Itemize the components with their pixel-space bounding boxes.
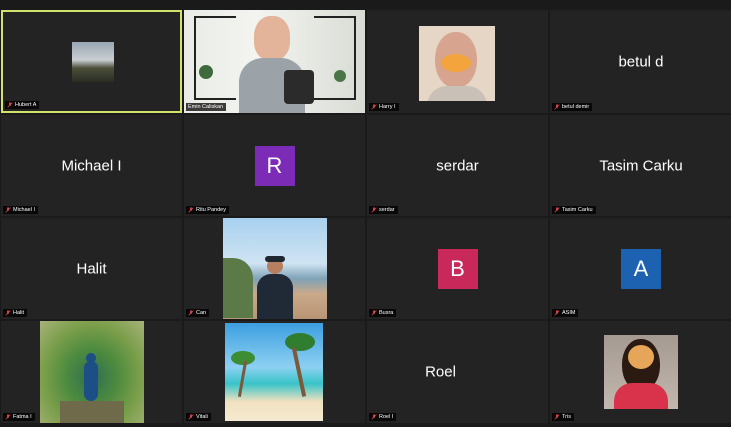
participant-tile[interactable]: Hubert A (1, 10, 182, 113)
participant-video (604, 335, 678, 409)
participant-name: ASIM (562, 310, 576, 316)
mic-muted-icon (188, 207, 194, 213)
name-tag: Vitali (186, 413, 211, 421)
mic-muted-icon (554, 207, 560, 213)
participant-video (40, 321, 144, 423)
participant-name: Emin Caliskan (188, 104, 224, 110)
name-tag: Emin Caliskan (186, 103, 227, 111)
name-tag: Busra (369, 309, 397, 317)
mic-muted-icon (5, 207, 11, 213)
mic-muted-icon (554, 104, 560, 110)
name-tag: Michael I (3, 206, 39, 214)
participant-tile[interactable]: Tris (550, 321, 731, 423)
participant-name: Tris (562, 414, 571, 420)
participant-name: Tasim Carku (562, 207, 593, 213)
participant-display-name: Roel (425, 363, 456, 381)
participant-name: Ritu Pandey (196, 207, 226, 213)
participant-tile[interactable]: Michael I Michael I (1, 115, 182, 216)
participant-tile[interactable]: Halit Halit (1, 218, 182, 319)
participant-display-name: Halit (76, 260, 107, 277)
participant-name: serdar (379, 207, 395, 213)
participant-video (223, 218, 327, 319)
participant-tile[interactable]: serdar serdar (367, 115, 548, 216)
mic-muted-icon (371, 310, 377, 316)
mic-muted-icon (188, 414, 194, 420)
participant-tile[interactable]: R Ritu Pandey (184, 115, 365, 216)
avatar: B (437, 248, 478, 289)
participant-video (419, 26, 495, 101)
participant-name: Busra (379, 310, 394, 316)
participant-tile[interactable]: Can (184, 218, 365, 319)
participant-tile[interactable]: A ASIM (550, 218, 731, 319)
mic-muted-icon (5, 310, 11, 316)
name-tag: Ritu Pandey (186, 206, 229, 214)
mic-muted-icon (188, 310, 194, 316)
participant-name: Vitali (196, 414, 208, 420)
participant-name: Can (196, 310, 207, 316)
name-tag: ASIM (552, 309, 579, 317)
participant-tile[interactable]: Vitali (184, 321, 365, 423)
name-tag: Hubert A (5, 101, 40, 109)
name-tag: Can (186, 309, 210, 317)
participant-tile[interactable]: Roel Roel I (367, 321, 548, 423)
participant-video (184, 10, 365, 113)
participant-tile[interactable]: Emin Caliskan (184, 10, 365, 113)
participant-name: Fatma I (13, 414, 32, 420)
name-tag: Fatma I (3, 413, 35, 421)
avatar: A (621, 248, 661, 289)
participant-name: Roel I (379, 414, 394, 420)
mic-muted-icon (5, 414, 11, 420)
avatar-initial: B (450, 255, 465, 281)
participant-tile[interactable]: betul d betul demir (550, 10, 731, 113)
participant-video (225, 323, 323, 421)
participant-display-name: Michael I (61, 157, 122, 174)
participant-name: Harry I (379, 104, 396, 110)
participant-display-name: betul d (618, 53, 664, 70)
participant-display-name: Tasim Carku (599, 157, 683, 174)
video-grid: Hubert A Emin Caliskan Harry I betul d b… (0, 0, 731, 427)
mic-muted-icon (371, 207, 377, 213)
participant-tile[interactable]: Tasim Carku Tasim Carku (550, 115, 731, 216)
name-tag: Roel I (369, 413, 397, 421)
mic-muted-icon (554, 310, 560, 316)
name-tag: Halit (3, 309, 28, 317)
avatar: R (254, 145, 295, 186)
name-tag: Tasim Carku (552, 206, 596, 214)
participant-tile[interactable]: Fatma I (1, 321, 182, 423)
mic-muted-icon (7, 102, 13, 108)
participant-tile[interactable]: Harry I (367, 10, 548, 113)
mic-muted-icon (371, 104, 377, 110)
participant-name: Michael I (13, 207, 36, 213)
participant-video (72, 42, 114, 82)
name-tag: betul demir (552, 103, 593, 111)
participant-name: Hubert A (15, 102, 37, 108)
avatar-initial: R (266, 152, 283, 178)
name-tag: Harry I (369, 103, 399, 111)
avatar-initial: A (633, 255, 649, 281)
name-tag: serdar (369, 206, 398, 214)
participant-name: betul demir (562, 104, 590, 110)
participant-name: Halit (13, 310, 25, 316)
mic-muted-icon (554, 414, 560, 420)
participant-tile[interactable]: B Busra (367, 218, 548, 319)
name-tag: Tris (552, 413, 574, 421)
mic-muted-icon (371, 414, 377, 420)
participant-display-name: serdar (436, 157, 479, 174)
